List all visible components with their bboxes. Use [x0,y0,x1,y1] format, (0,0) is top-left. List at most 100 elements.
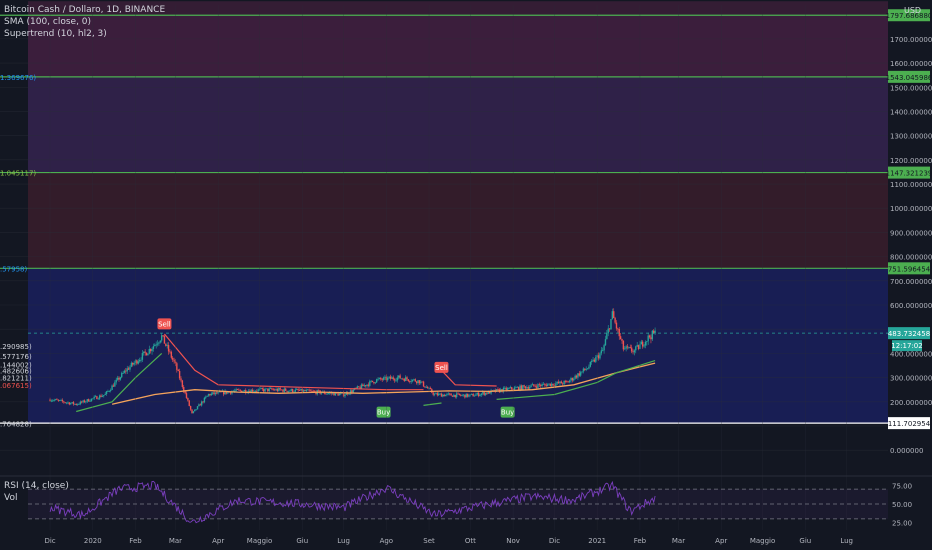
candle-body [200,401,203,406]
candle-body [603,345,605,351]
candle-body [575,375,578,378]
candle-body [287,390,290,392]
candle-body [527,387,529,389]
candle-body [286,390,288,392]
supertrend-legend[interactable]: Supertrend (10, hl2, 3) [4,29,107,40]
time-tick-label: Lug [337,537,350,545]
candle-body [112,385,115,387]
candle-body [373,381,375,384]
candle-body [243,390,246,392]
candle-body [592,359,594,361]
signal-label: Buy [501,409,514,417]
candle-body [629,347,631,348]
candle-body [160,335,163,341]
candle-body [418,380,421,384]
candle-body [189,406,192,410]
candle-body [626,346,629,348]
candle-body [326,393,328,395]
candle-body [590,360,593,362]
candle-body [158,342,160,344]
candle-body [641,341,644,347]
candle-body [382,377,385,380]
candle-body [156,343,159,345]
candle-body [344,394,346,397]
candle-body [132,362,134,365]
candle-body [582,368,585,372]
price-tick-label: 400.000000 [890,350,932,358]
candle-body [410,381,412,383]
candle-body [453,394,455,397]
fib-band [28,76,888,173]
candle-body [185,393,188,398]
candle-body [166,345,168,346]
candle-body [407,379,410,382]
candle-body [450,393,452,396]
candle-body [68,402,71,405]
candle-body [121,373,123,378]
candle-body [145,352,148,356]
candle-body [216,392,218,394]
price-chart[interactable]: 1797.6868801543.0459861147.321239751.596… [0,0,932,550]
price-tick-label: 700.000000 [890,278,932,286]
candle-body [414,379,416,382]
time-tick-label: Giu [296,537,308,545]
candle-body [54,399,57,401]
vol-legend[interactable]: Vol [4,493,17,504]
candle-body [606,333,608,340]
candle-body [555,383,557,386]
fib-left-label: 1.369676) [0,74,36,82]
candle-body [337,393,339,396]
candle-body [447,393,450,395]
candle-body [151,348,153,352]
candle-body [262,389,265,392]
price-tick-label: 300.000000 [890,375,932,383]
candle-body [388,376,390,378]
candle-body [637,345,640,350]
candle-body [632,351,634,353]
candle-body [58,400,61,401]
candle-body [475,394,477,396]
candle-body [579,372,582,376]
candle-body [404,377,407,381]
price-tick-label: 900.000000 [890,229,932,237]
candle-body [97,398,99,400]
candle-body [81,401,83,403]
time-tick-label: Ago [380,537,394,545]
candle-body [363,385,365,387]
rsi-tick-label: 75.00 [892,482,912,490]
time-tick-label: Apr [715,537,727,545]
candle-body [202,401,204,403]
candle-body [647,335,649,342]
candle-body [94,396,97,398]
candle-body [457,393,459,395]
candle-body [574,375,576,379]
candle-body [152,346,155,349]
sma-legend[interactable]: SMA (100, close, 0) [4,17,91,28]
candle-body [480,393,483,395]
candle-body [526,387,528,389]
rsi-legend[interactable]: RSI (14, close) [4,481,69,492]
candle-body [640,341,643,345]
candle-body [471,394,473,395]
rsi-tick-label: 25.00 [892,520,912,528]
time-tick-label: Dic [549,537,560,545]
candle-body [535,386,538,388]
candle-body [367,384,370,386]
candle-body [422,381,425,387]
candle-body [318,390,320,392]
candle-body [458,393,461,395]
time-tick-label: Set [423,537,435,545]
candle-body [520,385,523,390]
candle-body [551,383,553,387]
candle-body [138,359,141,362]
candle-body [433,393,436,395]
price-tick-label: 1300.000000 [890,133,932,141]
candle-body [369,381,371,386]
candle-body [155,344,157,346]
candle-body [65,402,68,404]
candle-body [275,388,277,391]
candle-body [622,340,625,350]
candle-body [358,386,360,388]
candle-body [261,388,263,390]
candle-body [508,388,510,389]
